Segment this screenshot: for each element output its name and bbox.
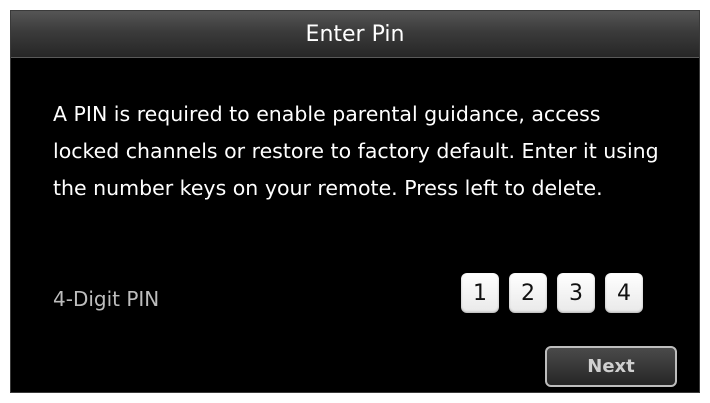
dialog-title-bar: Enter Pin [11,11,699,58]
enter-pin-dialog: Enter Pin A PIN is required to enable pa… [10,10,700,393]
pin-digit-2[interactable]: 2 [509,273,547,313]
dialog-title: Enter Pin [305,21,405,47]
pin-label: 4-Digit PIN [53,287,160,311]
dialog-message: A PIN is required to enable parental gui… [53,102,659,200]
pin-input[interactable]: 1 2 3 4 [461,273,643,313]
pin-digit-3[interactable]: 3 [557,273,595,313]
pin-digit-1[interactable]: 1 [461,273,499,313]
next-button[interactable]: Next [545,346,677,387]
pin-digit-4[interactable]: 4 [605,273,643,313]
